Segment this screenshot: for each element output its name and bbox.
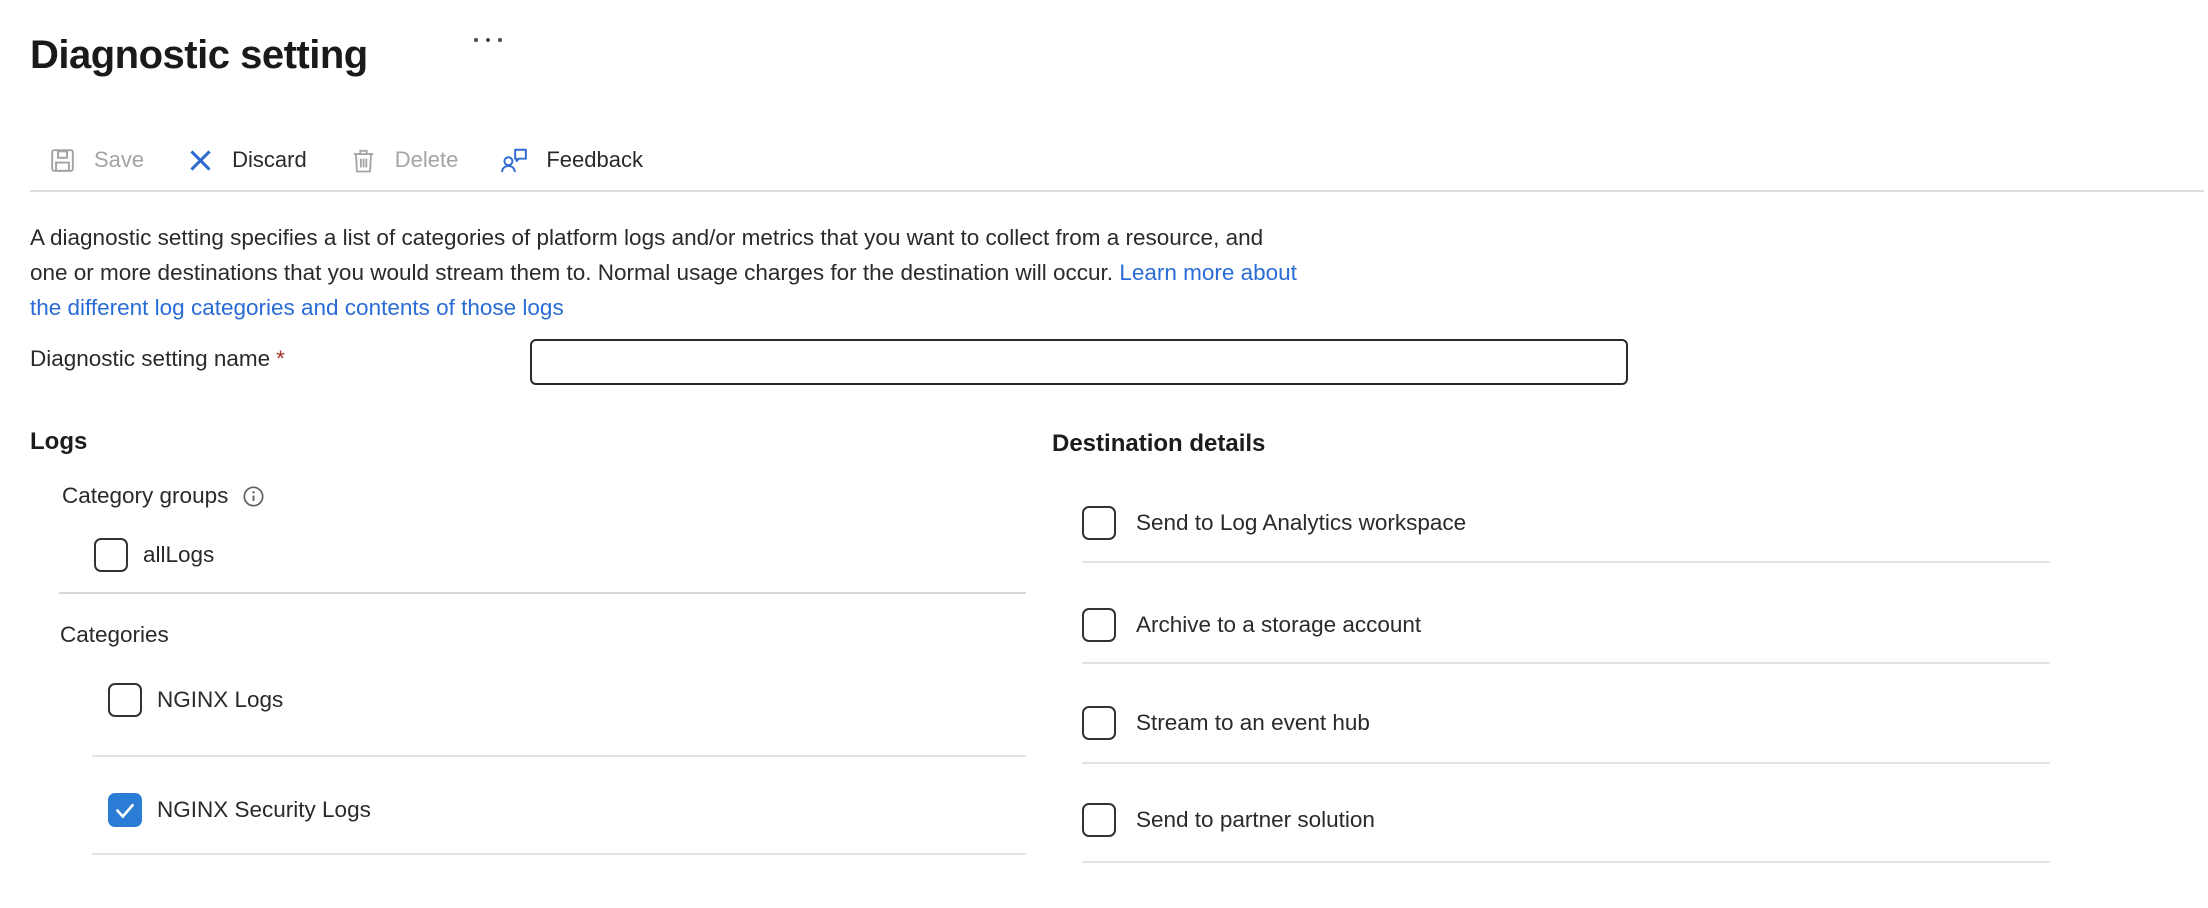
logs-heading: Logs: [30, 428, 87, 456]
diagnostic-setting-name-input[interactable]: [530, 339, 1628, 385]
save-icon: [47, 145, 78, 176]
feedback-label: Feedback: [546, 147, 643, 173]
alllogs-checkbox[interactable]: [94, 538, 128, 572]
nginx-logs-row[interactable]: NGINX Logs: [108, 683, 283, 717]
person-chat-icon: [499, 145, 530, 176]
name-field-label-text: Diagnostic setting name: [30, 346, 270, 371]
toolbar-divider: [30, 190, 2204, 192]
send-to-log-analytics-row[interactable]: Send to Log Analytics workspace: [1082, 506, 1466, 540]
send-to-partner-row[interactable]: Send to partner solution: [1082, 803, 1375, 837]
nginx-security-logs-checkbox[interactable]: [108, 793, 142, 827]
archive-to-storage-label: Archive to a storage account: [1136, 612, 1421, 638]
more-options-button[interactable]: [470, 34, 506, 46]
ellipsis-icon: [498, 38, 502, 42]
divider: [92, 853, 1026, 855]
diagnostic-setting-page: Diagnostic setting Save Discard: [0, 0, 2208, 908]
archive-to-storage-row[interactable]: Archive to a storage account: [1082, 608, 1421, 642]
description-body: A diagnostic setting specifies a list of…: [30, 225, 1263, 285]
category-groups-label: Category groups: [62, 483, 266, 509]
divider: [1082, 861, 2050, 863]
divider: [1082, 662, 2050, 664]
ellipsis-icon: [486, 38, 490, 42]
divider: [59, 592, 1026, 594]
send-to-partner-label: Send to partner solution: [1136, 807, 1375, 833]
destination-details-heading: Destination details: [1052, 430, 1265, 458]
nginx-logs-label: NGINX Logs: [157, 687, 283, 713]
divider: [92, 755, 1026, 757]
stream-to-event-hub-label: Stream to an event hub: [1136, 710, 1370, 736]
divider: [1082, 762, 2050, 764]
nginx-security-logs-label: NGINX Security Logs: [157, 797, 371, 823]
page-title: Diagnostic setting: [30, 33, 368, 78]
send-to-log-analytics-label: Send to Log Analytics workspace: [1136, 510, 1466, 536]
delete-button[interactable]: Delete: [348, 145, 459, 176]
command-bar: Save Discard Delete: [30, 134, 643, 186]
ellipsis-icon: [474, 38, 478, 42]
alllogs-row[interactable]: allLogs: [94, 538, 214, 572]
send-to-partner-checkbox[interactable]: [1082, 803, 1116, 837]
info-icon[interactable]: [241, 484, 266, 509]
feedback-button[interactable]: Feedback: [499, 145, 643, 176]
alllogs-label: allLogs: [143, 542, 214, 568]
nginx-security-logs-row[interactable]: NGINX Security Logs: [108, 793, 371, 827]
x-mark-icon: [185, 145, 216, 176]
divider: [1082, 561, 2050, 563]
save-label: Save: [94, 147, 144, 173]
stream-to-event-hub-row[interactable]: Stream to an event hub: [1082, 706, 1370, 740]
delete-label: Delete: [395, 147, 459, 173]
category-groups-label-text: Category groups: [62, 483, 228, 509]
nginx-logs-checkbox[interactable]: [108, 683, 142, 717]
archive-to-storage-checkbox[interactable]: [1082, 608, 1116, 642]
required-asterisk: *: [276, 346, 285, 371]
discard-button[interactable]: Discard: [185, 145, 307, 176]
discard-label: Discard: [232, 147, 307, 173]
stream-to-event-hub-checkbox[interactable]: [1082, 706, 1116, 740]
description-text: A diagnostic setting specifies a list of…: [30, 220, 1300, 325]
categories-label: Categories: [60, 622, 169, 648]
name-field-label: Diagnostic setting name*: [30, 346, 285, 372]
save-button[interactable]: Save: [47, 145, 144, 176]
send-to-log-analytics-checkbox[interactable]: [1082, 506, 1116, 540]
trash-icon: [348, 145, 379, 176]
categories-label-text: Categories: [60, 622, 169, 648]
